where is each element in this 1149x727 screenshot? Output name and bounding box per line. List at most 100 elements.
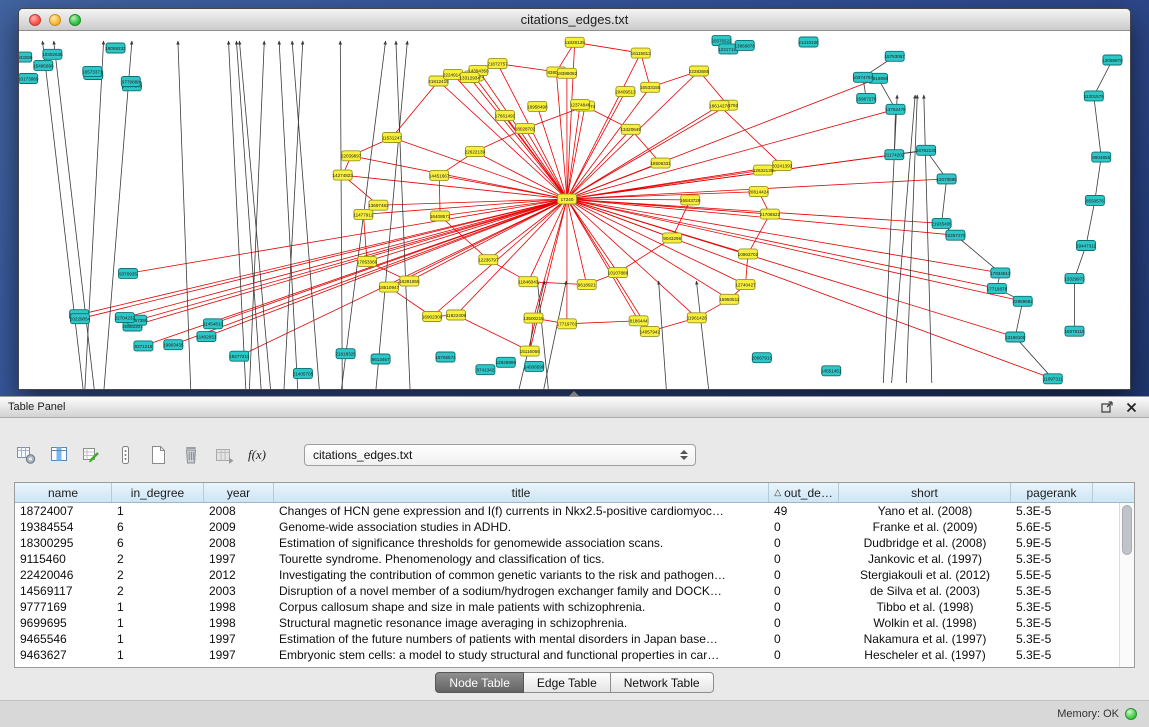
graph-node[interactable]: 22704232: [115, 313, 136, 323]
graph-node[interactable]: 19447311: [1076, 241, 1097, 251]
graph-node[interactable]: 8604855: [1092, 152, 1111, 162]
graph-node[interactable]: 20067913: [752, 353, 773, 363]
graph-edge[interactable]: [279, 41, 298, 389]
graph-node[interactable]: 15950511: [719, 294, 740, 304]
graph-edge[interactable]: [567, 199, 997, 288]
graph-node[interactable]: 9371216: [134, 341, 153, 351]
graph-node[interactable]: 11454813: [203, 319, 224, 329]
graph-edge[interactable]: [439, 175, 440, 216]
graph-node[interactable]: 8613467: [371, 354, 390, 364]
graph-edge[interactable]: [1086, 200, 1095, 245]
table-selector-dropdown[interactable]: citations_edges.txt: [304, 444, 696, 466]
graph-edge[interactable]: [378, 199, 567, 205]
column-header-title[interactable]: title: [274, 483, 769, 502]
table-row[interactable]: 946554611997Estimation of the future num…: [15, 631, 1119, 647]
graph-edge[interactable]: [284, 41, 303, 389]
graph-node[interactable]: 16902309: [422, 312, 443, 322]
graph-node[interactable]: 17719878: [987, 283, 1008, 293]
graph-node[interactable]: 16115813: [631, 48, 652, 58]
graph-node[interactable]: 21818325: [335, 349, 356, 359]
table-row[interactable]: 1830029562008Estimation of significance …: [15, 535, 1119, 551]
graph-node[interactable]: 17719701: [557, 319, 578, 329]
graph-node[interactable]: 12088878: [1102, 55, 1123, 65]
graph-node[interactable]: 10107888: [608, 268, 629, 278]
graph-node[interactable]: 20614424: [748, 187, 769, 197]
graph-edge[interactable]: [125, 199, 567, 318]
graph-edge[interactable]: [567, 106, 719, 199]
graph-edge[interactable]: [924, 95, 932, 383]
graph-node[interactable]: 18059233: [105, 43, 126, 53]
table-row[interactable]: 1872400712008Changes of HCN gene express…: [15, 503, 1119, 519]
graph-node[interactable]: 19903435: [163, 340, 184, 350]
graph-edge[interactable]: [173, 199, 567, 345]
graph-node[interactable]: 14274823: [332, 170, 353, 180]
graph-edge[interactable]: [567, 199, 1000, 273]
graph-node[interactable]: 18510947: [379, 282, 400, 292]
graph-node[interactable]: 11402051: [196, 332, 217, 342]
graph-edge[interactable]: [85, 41, 104, 389]
graph-node[interactable]: 9370935: [119, 268, 138, 278]
import-table-button[interactable]: [212, 443, 236, 467]
graph-edge[interactable]: [567, 109, 896, 199]
graph-node[interactable]: 11822409: [446, 310, 467, 320]
tab-network-table[interactable]: Network Table: [611, 672, 714, 693]
graph-node[interactable]: 21933289: [19, 52, 33, 62]
graph-edge[interactable]: [567, 199, 587, 285]
graph-node[interactable]: 10302635: [42, 49, 63, 59]
graph-node[interactable]: 13869878: [734, 40, 755, 50]
column-header-name[interactable]: name: [15, 483, 112, 502]
graph-node[interactable]: 13500219: [523, 313, 544, 323]
graph-center-node[interactable]: 17240: [558, 194, 577, 204]
graph-edge[interactable]: [292, 41, 319, 389]
graph-node[interactable]: 11531247: [382, 133, 403, 143]
graph-node[interactable]: 9043296: [663, 233, 682, 243]
graph-node[interactable]: 8186444: [629, 316, 648, 326]
graph-node[interactable]: 18506331: [650, 158, 671, 168]
graph-node[interactable]: 11097311: [1043, 374, 1063, 384]
graph-node[interactable]: 10374797: [853, 72, 874, 82]
minimize-window-button[interactable]: [49, 14, 61, 26]
graph-node[interactable]: 15783057: [884, 51, 905, 61]
graph-edge[interactable]: [567, 199, 618, 273]
graph-node[interactable]: 14451667: [429, 170, 450, 180]
table-row[interactable]: 911546021997Tourette syndrome. Phenomeno…: [15, 551, 1119, 567]
column-settings-button[interactable]: [14, 443, 38, 467]
network-graph[interactable]: 2061442421706522109637021274042715950511…: [19, 31, 1130, 389]
create-table-button[interactable]: [146, 443, 170, 467]
close-panel-button[interactable]: [1126, 402, 1137, 413]
graph-node[interactable]: 22283685: [689, 66, 710, 76]
table-row[interactable]: 977716911998Corpus callosum shape and si…: [15, 599, 1119, 615]
graph-node[interactable]: 13697482: [368, 200, 389, 210]
graph-node[interactable]: 21174202: [884, 150, 905, 160]
graph-node[interactable]: 22622139: [465, 147, 486, 157]
table-row[interactable]: 969969511998Structural magnetic resonanc…: [15, 615, 1119, 631]
graph-node[interactable]: 14936598: [524, 361, 545, 371]
graph-edge[interactable]: [432, 199, 567, 317]
column-header-short[interactable]: short: [839, 483, 1011, 502]
graph-edge[interactable]: [363, 214, 367, 261]
graph-node[interactable]: 10963702: [738, 249, 759, 259]
graph-node[interactable]: 20409513: [615, 87, 636, 97]
graph-node[interactable]: 11477912: [353, 209, 374, 219]
graph-edge[interactable]: [567, 199, 690, 200]
graph-node[interactable]: 14057942: [640, 326, 661, 336]
graph-node[interactable]: 18614276: [709, 101, 730, 111]
graph-node[interactable]: 15533155: [640, 82, 661, 92]
graph-node[interactable]: 22257278: [945, 230, 966, 240]
graph-node[interactable]: 16408571: [430, 211, 451, 221]
graph-node[interactable]: 21405705: [293, 368, 314, 378]
graph-node[interactable]: 10173069: [19, 74, 39, 84]
graph-edge[interactable]: [453, 74, 567, 199]
graph-edge[interactable]: [659, 281, 667, 389]
graph-node[interactable]: 13420649: [620, 124, 641, 134]
graph-node[interactable]: 12929899: [496, 357, 517, 367]
table-row[interactable]: 1938455462009Genome-wide association stu…: [15, 519, 1119, 535]
graph-edge[interactable]: [239, 41, 270, 389]
graph-node[interactable]: 12740427: [735, 280, 756, 290]
scrollbar-thumb[interactable]: [1122, 505, 1132, 555]
graph-edge[interactable]: [229, 41, 246, 389]
graph-node[interactable]: 11828139: [565, 37, 586, 47]
graph-node[interactable]: 16843728: [680, 195, 701, 205]
float-panel-button[interactable]: [1101, 401, 1114, 413]
graph-node[interactable]: 18389082: [557, 68, 578, 78]
